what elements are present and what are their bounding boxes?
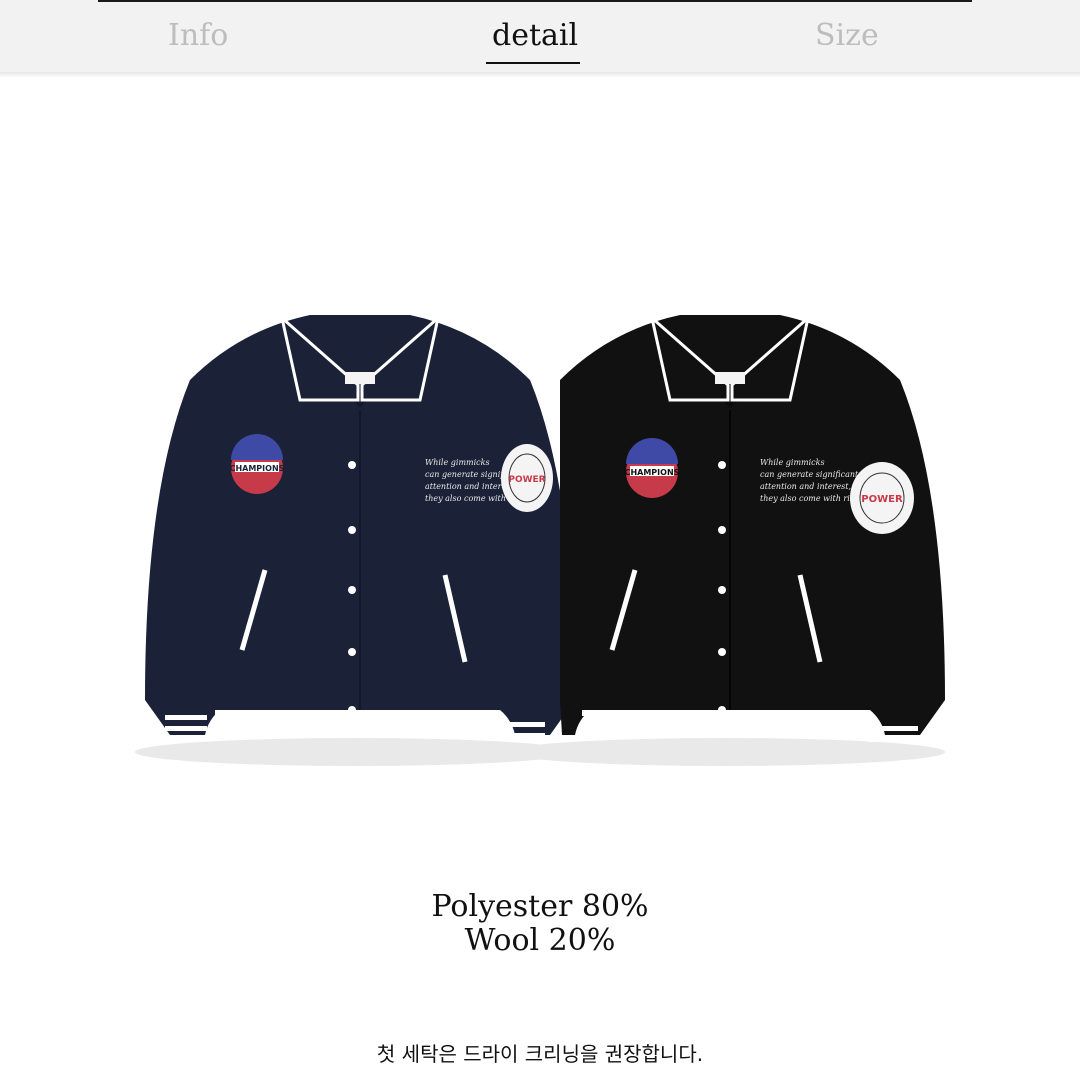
tab-size[interactable]: Size <box>815 18 879 54</box>
tab-bar-shadow <box>0 72 1080 78</box>
top-divider <box>98 0 972 2</box>
svg-text:POWER: POWER <box>861 494 903 505</box>
svg-text:they also come with risks.: they also come with risks. <box>760 494 865 503</box>
svg-text:POWER: POWER <box>508 475 545 485</box>
tab-info[interactable]: Info <box>168 18 228 54</box>
svg-text:While gimmicks: While gimmicks <box>425 458 490 467</box>
material-wool: Wool 20% <box>464 923 616 958</box>
svg-text:CHAMPIONS: CHAMPIONS <box>230 464 285 473</box>
tab-bar: Info detail Size <box>0 0 1080 74</box>
svg-text:can generate significant: can generate significant <box>760 470 859 479</box>
svg-text:CHAMPIONS: CHAMPIONS <box>625 468 680 477</box>
material-polyester: Polyester 80% <box>431 889 649 924</box>
tab-active-indicator <box>486 62 580 64</box>
svg-text:attention and interest,: attention and interest, <box>760 482 851 491</box>
product-photo: CHAMPIONS While gimmicks can generate si… <box>135 313 945 766</box>
tab-detail[interactable]: detail <box>492 18 578 54</box>
svg-text:While gimmicks: While gimmicks <box>760 458 825 467</box>
black-jacket: CHAMPIONS While gimmicks can generate si… <box>505 313 945 766</box>
care-instruction: 첫 세탁은 드라이 크리닝을 권장합니다. <box>376 1042 704 1066</box>
navy-jacket: CHAMPIONS While gimmicks can generate si… <box>135 313 575 766</box>
